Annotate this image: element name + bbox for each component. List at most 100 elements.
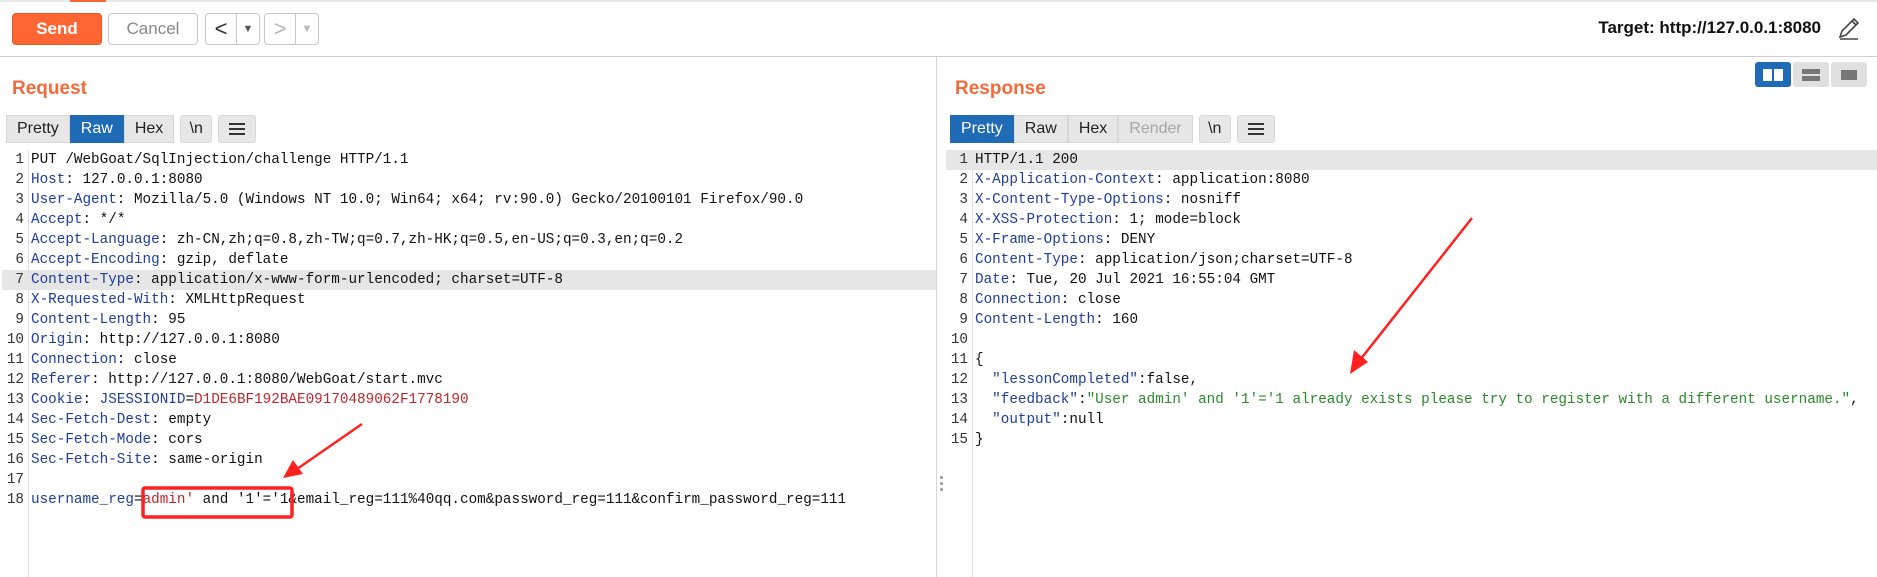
header-name: Content-Type bbox=[975, 252, 1078, 268]
header-separator: : bbox=[116, 352, 134, 368]
json-colon: : bbox=[1077, 392, 1087, 408]
request-line: 13 Cookie: JSESSIONID=D1DE6BF192BAE091704… bbox=[2, 390, 936, 410]
send-button[interactable]: Send bbox=[12, 13, 102, 45]
pane-divider[interactable] bbox=[936, 57, 937, 577]
request-tab-raw[interactable]: Raw bbox=[69, 115, 124, 143]
header-value: Tue, 20 Jul 2021 16:55:04 GMT bbox=[1026, 272, 1276, 288]
cancel-button[interactable]: Cancel bbox=[108, 13, 198, 45]
header-separator: : bbox=[133, 272, 152, 288]
split-vertical-icon[interactable] bbox=[1793, 62, 1829, 87]
request-tab-hex[interactable]: Hex bbox=[123, 115, 175, 143]
line-number: 4 bbox=[15, 212, 24, 228]
header-name: Accept-Encoding bbox=[31, 252, 160, 268]
request-line-content: Host: 127.0.0.1:8080 bbox=[31, 170, 203, 190]
request-title: Request bbox=[12, 78, 87, 99]
body-remainder: &email_reg=111%40qq.com&password_reg=111… bbox=[288, 492, 847, 508]
header-name: X-XSS-Protection bbox=[975, 212, 1113, 228]
header-separator: : bbox=[82, 212, 100, 228]
pencil-icon[interactable] bbox=[1835, 14, 1863, 42]
header-name: Content-Length bbox=[975, 312, 1096, 328]
header-value: { bbox=[975, 352, 984, 368]
request-line: 8 X-Requested-With: XMLHttpRequest bbox=[2, 290, 936, 310]
request-tab-pretty[interactable]: Pretty bbox=[6, 115, 70, 143]
line-number: 7 bbox=[959, 272, 968, 288]
drag-handle-icon[interactable] bbox=[938, 476, 944, 494]
request-menu-icon[interactable] bbox=[218, 115, 257, 143]
line-number: 14 bbox=[6, 412, 24, 428]
request-editor[interactable]: 1 PUT /WebGoat/SqlInjection/challenge HTT… bbox=[2, 150, 936, 577]
header-name: Date bbox=[975, 272, 1010, 288]
response-newline-toggle[interactable]: \n bbox=[1198, 115, 1231, 143]
header-value: application/json;charset=UTF-8 bbox=[1095, 252, 1353, 268]
header-separator: : bbox=[151, 432, 169, 448]
request-line: 1 PUT /WebGoat/SqlInjection/challenge HTT… bbox=[2, 150, 936, 170]
forward-arrow-icon[interactable]: > bbox=[265, 14, 295, 44]
header-name: X-Content-Type-Options bbox=[975, 192, 1164, 208]
line-number: 10 bbox=[6, 332, 24, 348]
forward-dropdown-icon[interactable]: ▼ bbox=[295, 14, 318, 44]
response-line-content: X-Application-Context: application:8080 bbox=[975, 170, 1310, 190]
request-line: 17 bbox=[2, 470, 936, 490]
json-key: "feedback" bbox=[975, 392, 1078, 408]
request-line-content: Cookie: JSESSIONID=D1DE6BF192BAE09170489… bbox=[31, 390, 469, 410]
back-arrow-icon[interactable]: < bbox=[206, 14, 236, 44]
single-pane-icon[interactable] bbox=[1831, 62, 1867, 87]
response-line-content: "lessonCompleted":false, bbox=[975, 370, 1198, 390]
line-number: 15 bbox=[6, 432, 24, 448]
header-value: gzip, deflate bbox=[176, 252, 289, 268]
line-number: 14 bbox=[950, 412, 968, 428]
request-newline-toggle[interactable]: \n bbox=[180, 115, 213, 143]
response-line: 13 "feedback":"User admin' and '1'='1 al… bbox=[946, 390, 1877, 410]
header-value: http://127.0.0.1:8080/WebGoat/start.mvc bbox=[108, 372, 443, 388]
history-back-group: < ▼ bbox=[205, 13, 260, 45]
response-title: Response bbox=[955, 78, 1046, 99]
response-menu-icon[interactable] bbox=[1236, 115, 1275, 143]
back-dropdown-icon[interactable]: ▼ bbox=[236, 14, 259, 44]
header-separator: : bbox=[1060, 292, 1078, 308]
header-separator: : bbox=[91, 372, 109, 388]
request-line-content: Accept-Encoding: gzip, deflate bbox=[31, 250, 288, 270]
response-tab-render[interactable]: Render bbox=[1118, 115, 1193, 143]
line-number: 13 bbox=[6, 392, 24, 408]
header-separator: : bbox=[159, 232, 177, 248]
line-number: 9 bbox=[959, 312, 968, 328]
header-name: Host bbox=[31, 172, 66, 188]
request-line-content: PUT /WebGoat/SqlInjection/challenge HTTP… bbox=[31, 150, 409, 170]
response-line-content: "feedback":"User admin' and '1'='1 alrea… bbox=[975, 390, 1859, 410]
header-name: Cookie bbox=[31, 392, 83, 408]
response-tab-hex[interactable]: Hex bbox=[1067, 115, 1119, 143]
request-line-content: Accept: */* bbox=[31, 210, 125, 230]
request-line-content: User-Agent: Mozilla/5.0 (Windows NT 10.0… bbox=[31, 190, 803, 210]
header-value: 127.0.0.1:8080 bbox=[82, 172, 203, 188]
response-line: 5 X-Frame-Options: DENY bbox=[946, 230, 1877, 250]
line-number: 12 bbox=[6, 372, 24, 388]
response-line: 4 X-XSS-Protection: 1; mode=block bbox=[946, 210, 1877, 230]
response-tab-pretty[interactable]: Pretty bbox=[950, 115, 1014, 143]
response-editor[interactable]: 1 HTTP/1.1 200 2 X-Application-Context: app… bbox=[946, 150, 1877, 577]
response-view-tabs: Pretty Raw Hex Render \n bbox=[950, 115, 1275, 143]
response-tab-raw[interactable]: Raw bbox=[1013, 115, 1068, 143]
response-line-content: "output":null bbox=[975, 410, 1104, 430]
request-line: 14 Sec-Fetch-Dest: empty bbox=[2, 410, 936, 430]
response-line-content: } bbox=[975, 430, 984, 450]
header-separator: : bbox=[1155, 172, 1173, 188]
line-number: 7 bbox=[15, 272, 24, 288]
line-number: 2 bbox=[959, 172, 968, 188]
response-line: 14 "output":null bbox=[946, 410, 1877, 430]
header-name: Sec-Fetch-Site bbox=[31, 452, 152, 468]
json-comma: , bbox=[1850, 392, 1859, 408]
header-separator: : bbox=[82, 392, 100, 408]
line-number: 8 bbox=[959, 292, 968, 308]
response-line: 9 Content-Length: 160 bbox=[946, 310, 1877, 330]
header-name: Referer bbox=[31, 372, 92, 388]
header-separator: : bbox=[1112, 212, 1130, 228]
json-value: :false, bbox=[1138, 372, 1199, 388]
header-value: application:8080 bbox=[1172, 172, 1310, 188]
request-line-content: Referer: http://127.0.0.1:8080/WebGoat/s… bbox=[31, 370, 443, 390]
header-name: Content-Type bbox=[31, 272, 134, 288]
request-line-content: X-Requested-With: XMLHttpRequest bbox=[31, 290, 306, 310]
split-horizontal-icon[interactable] bbox=[1755, 62, 1791, 87]
request-line-content: Accept-Language: zh-CN,zh;q=0.8,zh-TW;q=… bbox=[31, 230, 683, 250]
body-equals: = bbox=[133, 492, 143, 508]
header-separator: : bbox=[168, 292, 186, 308]
